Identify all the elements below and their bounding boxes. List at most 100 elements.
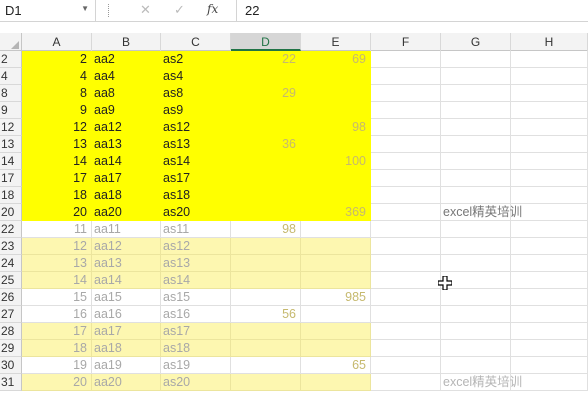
cell-h[interactable] bbox=[511, 85, 588, 102]
cell-e[interactable]: 100 bbox=[301, 153, 371, 170]
cell-g[interactable] bbox=[441, 340, 511, 357]
cell-b[interactable]: aa13 bbox=[92, 136, 161, 153]
cell-b[interactable]: aa17 bbox=[92, 170, 161, 187]
cell-a[interactable]: 17 bbox=[22, 170, 92, 187]
cell-e[interactable] bbox=[301, 136, 371, 153]
cell-g[interactable] bbox=[441, 323, 511, 340]
cell-g[interactable] bbox=[441, 51, 511, 68]
row-header[interactable]: 23 bbox=[0, 238, 22, 255]
cell-c[interactable]: as14 bbox=[161, 153, 231, 170]
cell-h[interactable] bbox=[511, 68, 588, 85]
cell-g[interactable] bbox=[441, 289, 511, 306]
row-header[interactable]: 8 bbox=[0, 85, 22, 102]
row-header[interactable]: 28 bbox=[0, 323, 22, 340]
cell-c[interactable]: as19 bbox=[161, 357, 231, 374]
cell-d[interactable]: 36 bbox=[231, 136, 301, 153]
cell-e[interactable] bbox=[301, 323, 371, 340]
cell-g[interactable] bbox=[441, 153, 511, 170]
cell-e[interactable] bbox=[301, 85, 371, 102]
row-header[interactable]: 27 bbox=[0, 306, 22, 323]
cell-b[interactable]: aa19 bbox=[92, 357, 161, 374]
row-header[interactable]: 29 bbox=[0, 340, 22, 357]
cell-a[interactable]: 11 bbox=[22, 221, 92, 238]
cell-c[interactable]: as20 bbox=[161, 374, 231, 391]
cell-g[interactable] bbox=[441, 238, 511, 255]
cell-f[interactable] bbox=[371, 85, 441, 102]
cell-a[interactable]: 12 bbox=[22, 119, 92, 136]
cell-a[interactable]: 20 bbox=[22, 374, 92, 391]
cell-f[interactable] bbox=[371, 119, 441, 136]
cell-d[interactable] bbox=[231, 323, 301, 340]
column-header-c[interactable]: C bbox=[161, 33, 231, 51]
cell-f[interactable] bbox=[371, 204, 441, 221]
cell-g[interactable] bbox=[441, 357, 511, 374]
column-header-a[interactable]: A bbox=[22, 33, 92, 51]
cell-e[interactable] bbox=[301, 187, 371, 204]
cell-b[interactable]: aa20 bbox=[92, 374, 161, 391]
cell-c[interactable]: as17 bbox=[161, 170, 231, 187]
cell-a[interactable]: 17 bbox=[22, 323, 92, 340]
cell-e[interactable] bbox=[301, 340, 371, 357]
cell-f[interactable] bbox=[371, 187, 441, 204]
cell-b[interactable]: aa4 bbox=[92, 68, 161, 85]
cell-b[interactable]: aa2 bbox=[92, 51, 161, 68]
cell-d[interactable] bbox=[231, 204, 301, 221]
cell-c[interactable]: as9 bbox=[161, 102, 231, 119]
name-box[interactable]: D1 ▼ bbox=[0, 0, 96, 21]
cell-h[interactable] bbox=[511, 170, 588, 187]
cell-c[interactable]: as11 bbox=[161, 221, 231, 238]
cell-e[interactable]: 69 bbox=[301, 51, 371, 68]
cell-e[interactable]: 985 bbox=[301, 289, 371, 306]
cell-e[interactable] bbox=[301, 306, 371, 323]
cell-h[interactable] bbox=[511, 340, 588, 357]
cell-f[interactable] bbox=[371, 170, 441, 187]
row-header[interactable]: 26 bbox=[0, 289, 22, 306]
cell-e[interactable]: 369 bbox=[301, 204, 371, 221]
cell-f[interactable] bbox=[371, 272, 441, 289]
cell-e[interactable] bbox=[301, 221, 371, 238]
cell-d[interactable]: 56 bbox=[231, 306, 301, 323]
cell-a[interactable]: 18 bbox=[22, 187, 92, 204]
row-header[interactable]: 13 bbox=[0, 136, 22, 153]
cell-d[interactable]: 22 bbox=[231, 51, 301, 68]
row-header[interactable]: 25 bbox=[0, 272, 22, 289]
cell-c[interactable]: as15 bbox=[161, 289, 231, 306]
row-header[interactable]: 12 bbox=[0, 119, 22, 136]
cell-b[interactable]: aa15 bbox=[92, 289, 161, 306]
cell-h[interactable] bbox=[511, 289, 588, 306]
cell-f[interactable] bbox=[371, 102, 441, 119]
cell-b[interactable]: aa12 bbox=[92, 119, 161, 136]
cell-f[interactable] bbox=[371, 255, 441, 272]
cell-a[interactable]: 18 bbox=[22, 340, 92, 357]
cell-b[interactable]: aa14 bbox=[92, 153, 161, 170]
cell-h[interactable] bbox=[511, 136, 588, 153]
chevron-down-icon[interactable]: ▼ bbox=[81, 4, 89, 13]
cell-b[interactable]: aa20 bbox=[92, 204, 161, 221]
cell-c[interactable]: as8 bbox=[161, 85, 231, 102]
cell-c[interactable]: as20 bbox=[161, 204, 231, 221]
select-all-button[interactable] bbox=[0, 33, 22, 51]
cell-g[interactable] bbox=[441, 68, 511, 85]
cell-g[interactable]: excel精英培训 bbox=[441, 374, 522, 391]
cell-a[interactable]: 15 bbox=[22, 289, 92, 306]
row-header[interactable]: 9 bbox=[0, 102, 22, 119]
cell-h[interactable] bbox=[511, 153, 588, 170]
cell-c[interactable]: as14 bbox=[161, 272, 231, 289]
row-header[interactable]: 22 bbox=[0, 221, 22, 238]
cell-d[interactable] bbox=[231, 187, 301, 204]
cell-d[interactable] bbox=[231, 153, 301, 170]
cell-d[interactable] bbox=[231, 357, 301, 374]
cell-b[interactable]: aa18 bbox=[92, 340, 161, 357]
cell-g[interactable] bbox=[441, 119, 511, 136]
cell-g[interactable] bbox=[441, 187, 511, 204]
cell-d[interactable] bbox=[231, 374, 301, 391]
cell-c[interactable]: as17 bbox=[161, 323, 231, 340]
cell-f[interactable] bbox=[371, 289, 441, 306]
cell-b[interactable]: aa18 bbox=[92, 187, 161, 204]
cell-d[interactable] bbox=[231, 255, 301, 272]
cell-g[interactable] bbox=[441, 221, 511, 238]
cell-h[interactable] bbox=[511, 187, 588, 204]
cell-c[interactable]: as12 bbox=[161, 238, 231, 255]
cell-a[interactable]: 12 bbox=[22, 238, 92, 255]
insert-function-icon[interactable]: fx bbox=[207, 2, 218, 16]
